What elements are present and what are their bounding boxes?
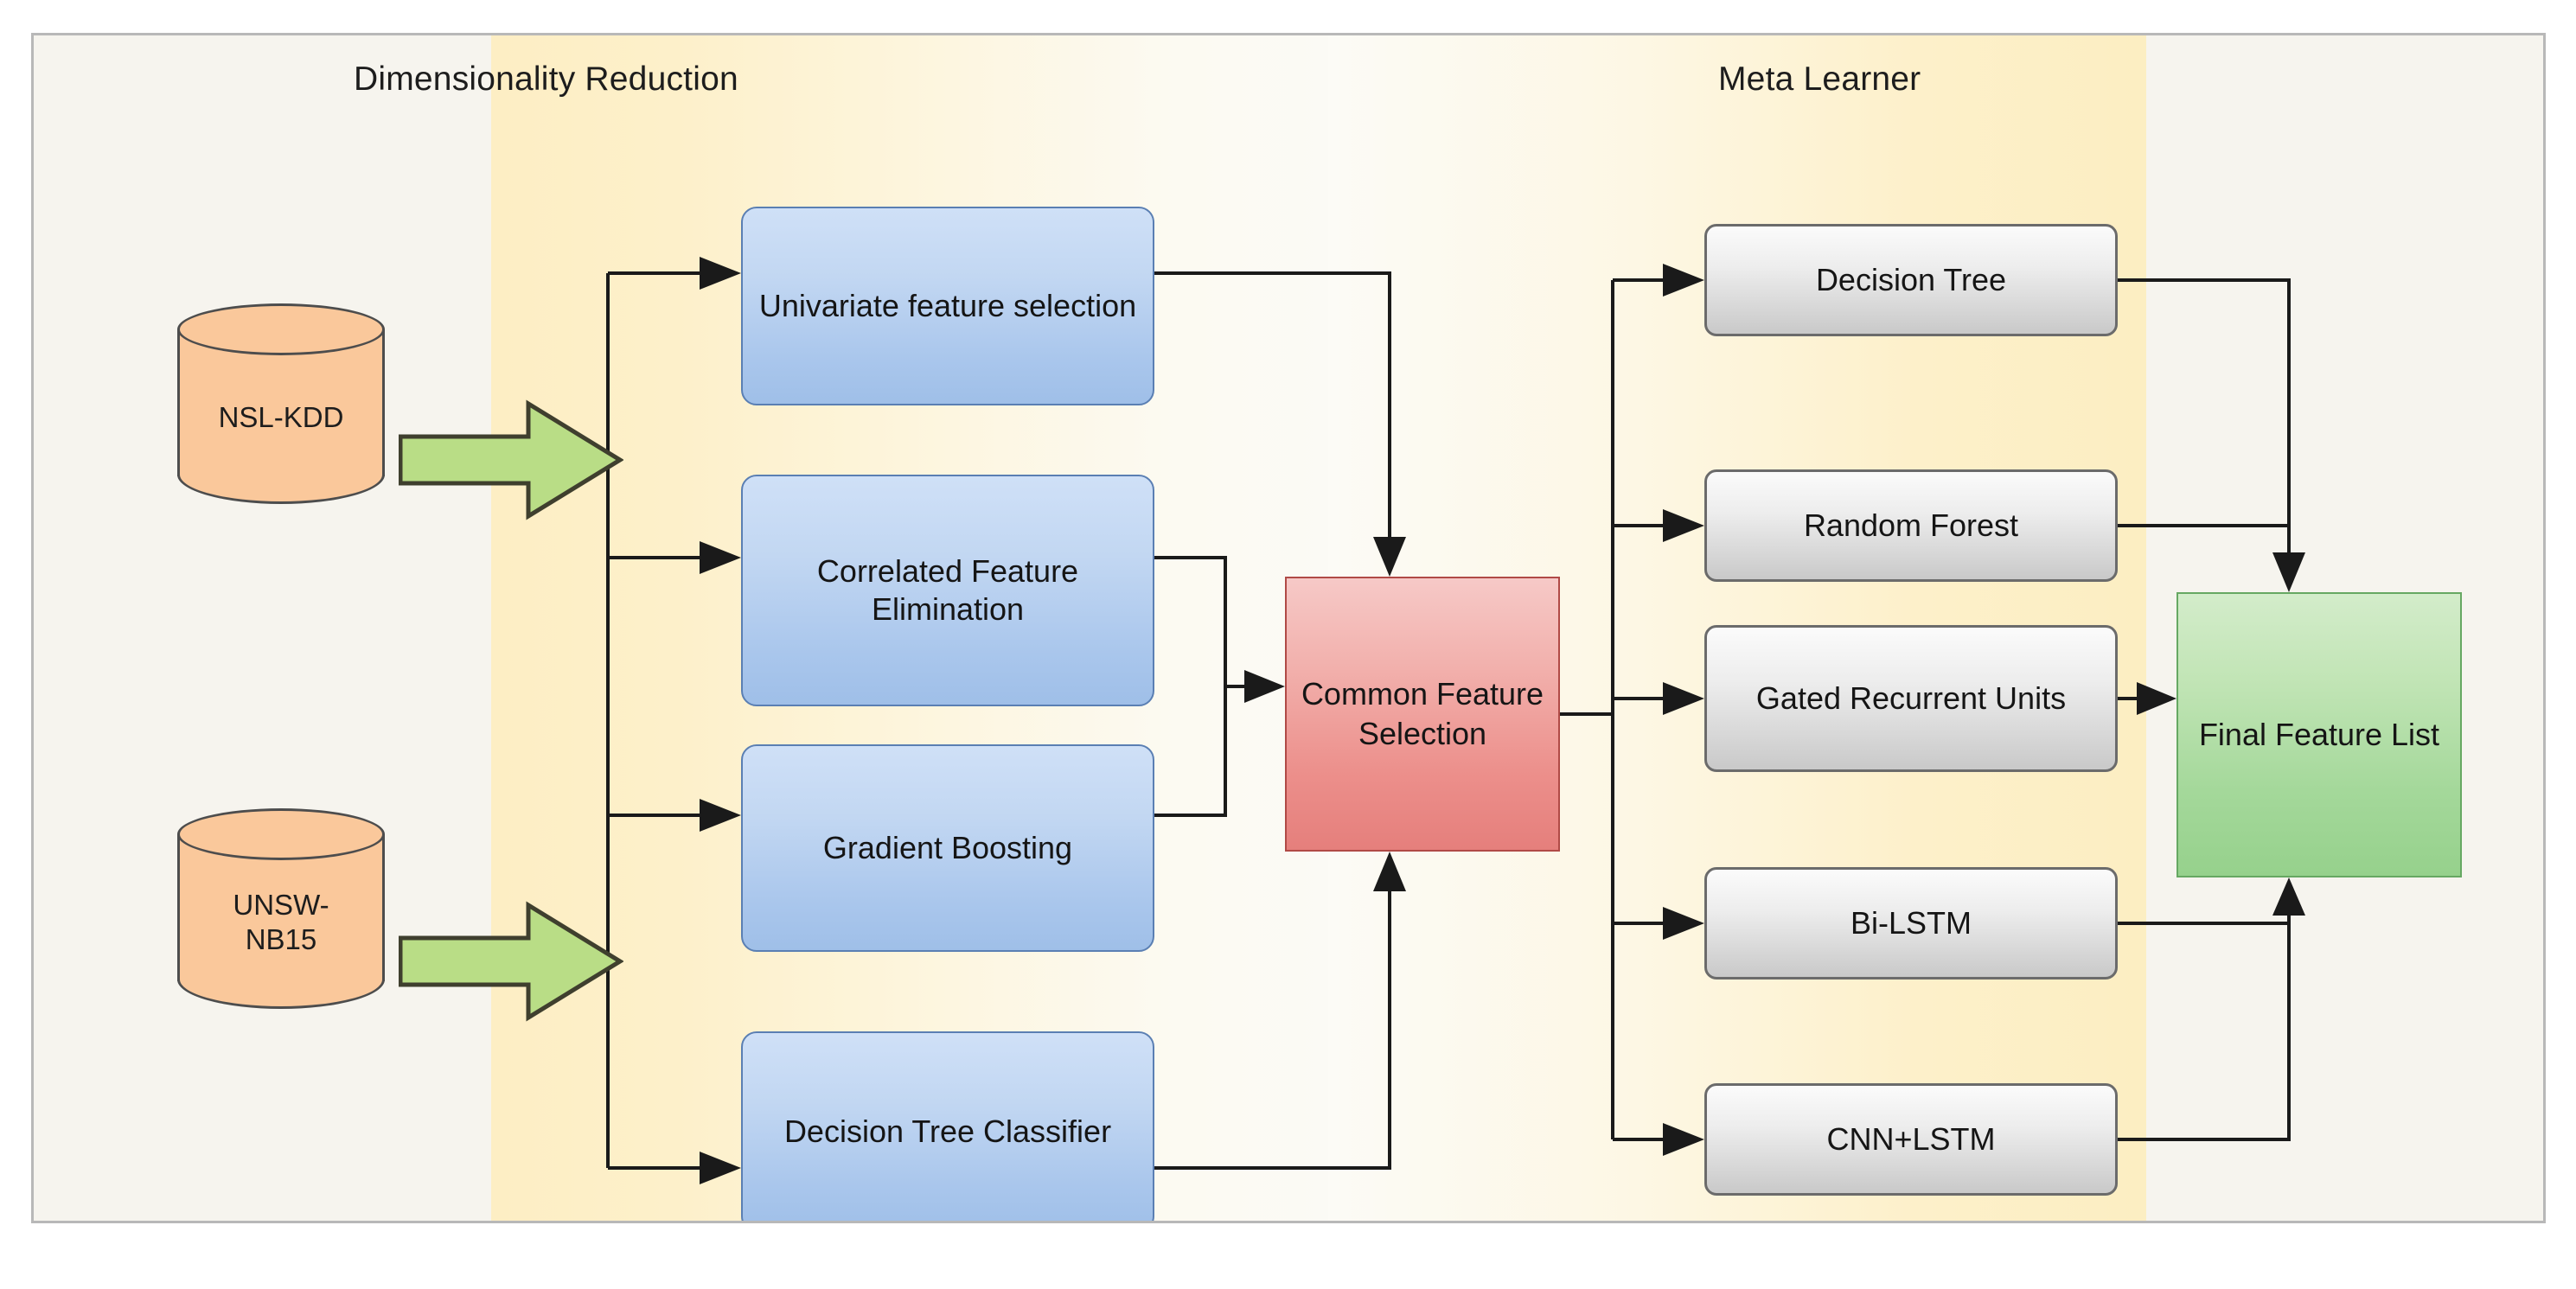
block-arrow-nsl-kdd-to-pipeline	[399, 399, 623, 520]
arrowhead-final-top	[2272, 552, 2305, 592]
meta-learner-box-bi-lstm[interactable]: Bi-LSTM	[1704, 867, 2118, 980]
cylinder-top-ellipse	[177, 303, 385, 355]
section-title-dimensionality-reduction: Dimensionality Reduction	[354, 61, 738, 98]
meta-learner-box-gated-recurrent-units[interactable]: Gated Recurrent Units	[1704, 625, 2118, 772]
cylinder-top-ellipse	[177, 808, 385, 860]
process-box-correlated-feature-elimination[interactable]: Correlated Feature Elimination	[741, 475, 1154, 706]
meta-learner-box-cnn-lstm[interactable]: CNN+LSTM	[1704, 1083, 2118, 1196]
output-box-final-feature-list[interactable]: Final Feature List	[2176, 592, 2462, 877]
dataset-label-nsl-kdd: NSL-KDD	[218, 401, 344, 433]
dataset-label-unsw-nb15: UNSW- NB15	[233, 889, 329, 955]
section-title-meta-learner: Meta Learner	[1718, 61, 1921, 98]
dataset-cylinder-unsw-nb15: UNSW- NB15	[177, 808, 385, 1009]
meta-learner-box-decision-tree[interactable]: Decision Tree	[1704, 224, 2118, 336]
meta-learner-box-random-forest[interactable]: Random Forest	[1704, 469, 2118, 582]
diagram-canvas: Dimensionality Reduction Meta Learner NS…	[31, 33, 2546, 1223]
arrowhead-final-bottom	[2272, 877, 2305, 916]
block-arrow-unsw-nb15-to-pipeline	[399, 901, 623, 1022]
process-box-decision-tree-classifier[interactable]: Decision Tree Classifier	[741, 1031, 1154, 1221]
diagram-stage: Dimensionality Reduction Meta Learner NS…	[0, 0, 2576, 1289]
process-box-gradient-boosting[interactable]: Gradient Boosting	[741, 744, 1154, 952]
process-box-common-feature-selection[interactable]: Common Feature Selection	[1285, 577, 1560, 852]
process-box-univariate-feature-selection[interactable]: Univariate feature selection	[741, 207, 1154, 405]
dataset-cylinder-nsl-kdd: NSL-KDD	[177, 303, 385, 504]
